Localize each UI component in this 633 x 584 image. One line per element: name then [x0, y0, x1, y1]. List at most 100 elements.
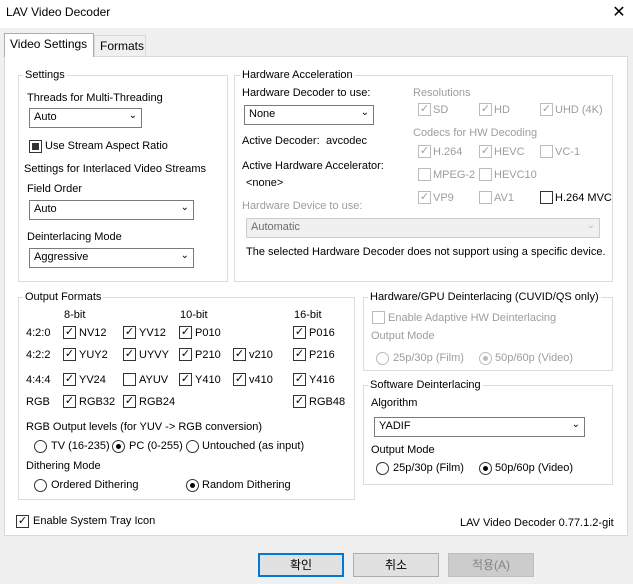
fmt-yv12-checkbox[interactable]: ✓ [123, 326, 136, 339]
codec-mpeg2-label: MPEG-2 [433, 169, 476, 181]
col-16bit: 16-bit [294, 309, 322, 321]
fmt-p016-label: P016 [309, 327, 335, 339]
stream-aspect-checkbox[interactable] [29, 140, 42, 153]
dither-random-radio[interactable] [186, 479, 199, 492]
hw-device-note: The selected Hardware Decoder does not s… [246, 246, 606, 258]
res-hd-checkbox[interactable]: ✓ [479, 103, 492, 116]
chevron-down-icon: ⌄ [586, 220, 595, 231]
hwaccel-group-title: Hardware Acceleration [240, 69, 355, 81]
field-order-label: Field Order [27, 183, 83, 195]
codec-vp9-checkbox[interactable]: ✓ [418, 191, 431, 204]
threads-select[interactable]: Auto ⌄ [29, 108, 142, 128]
sw-deint-film-label: 25p/30p (Film) [393, 462, 464, 474]
fmt-rgb32-checkbox[interactable]: ✓ [63, 395, 76, 408]
deint-mode-select[interactable]: Aggressive ⌄ [29, 248, 194, 268]
fmt-uyvy-label: UYVY [139, 349, 169, 361]
fmt-p216-label: P216 [309, 349, 335, 361]
sw-deint-title: Software Deinterlacing [368, 379, 483, 391]
threads-value: Auto [34, 111, 57, 123]
sw-deint-algorithm-select[interactable]: YADIF ⌄ [374, 417, 585, 437]
codec-av1-label: AV1 [494, 192, 514, 204]
codec-mpeg2-checkbox[interactable] [418, 168, 431, 181]
apply-button[interactable]: 적용(A) [448, 553, 534, 577]
levels-tv-radio[interactable] [34, 440, 47, 453]
close-icon[interactable]: ✕ [608, 2, 630, 24]
hw-device-select[interactable]: Automatic ⌄ [246, 218, 600, 238]
codec-h264-checkbox[interactable]: ✓ [418, 145, 431, 158]
levels-pc-radio[interactable] [112, 440, 125, 453]
hw-decoder-select[interactable]: None ⌄ [244, 105, 374, 125]
sw-deint-output-mode-label: Output Mode [371, 444, 435, 456]
codec-hevc10-checkbox[interactable] [479, 168, 492, 181]
fmt-p010-label: P010 [195, 327, 221, 339]
codec-av1-checkbox[interactable] [479, 191, 492, 204]
active-accel-label: Active Hardware Accelerator: [242, 160, 384, 172]
row-422: 4:2:2 [26, 349, 51, 361]
fmt-rgb24-checkbox[interactable]: ✓ [123, 395, 136, 408]
sw-deint-algorithm-value: YADIF [379, 420, 411, 432]
hw-device-label: Hardware Device to use: [242, 200, 363, 212]
hw-deint-video-label: 50p/60p (Video) [495, 352, 574, 364]
codec-vc1-label: VC-1 [555, 146, 581, 158]
codec-vp9-label: VP9 [433, 192, 454, 204]
codec-hevc-label: HEVC [494, 146, 525, 158]
codec-h264mvc-checkbox[interactable] [540, 191, 553, 204]
fmt-yuy2-checkbox[interactable]: ✓ [63, 348, 76, 361]
cancel-button[interactable]: 취소 [353, 553, 439, 577]
row-rgb: RGB [26, 396, 50, 408]
codec-hevc10-label: HEVC10 [494, 169, 537, 181]
hw-deint-film-label: 25p/30p (Film) [393, 352, 464, 364]
row-420: 4:2:0 [26, 327, 51, 339]
codec-vc1-checkbox[interactable] [540, 145, 553, 158]
dither-ordered-label: Ordered Dithering [51, 479, 139, 491]
system-tray-checkbox[interactable]: ✓ [16, 515, 29, 528]
fmt-ayuv-checkbox[interactable] [123, 373, 136, 386]
fmt-v410-label: v410 [249, 374, 273, 386]
fmt-yv24-checkbox[interactable]: ✓ [63, 373, 76, 386]
fmt-y410-checkbox[interactable]: ✓ [179, 373, 192, 386]
fmt-v210-label: v210 [249, 349, 273, 361]
field-order-value: Auto [34, 203, 57, 215]
fmt-p216-checkbox[interactable]: ✓ [293, 348, 306, 361]
fmt-nv12-checkbox[interactable]: ✓ [63, 326, 76, 339]
fmt-rgb48-checkbox[interactable]: ✓ [293, 395, 306, 408]
tab-video-settings[interactable]: Video Settings [4, 33, 94, 57]
levels-untouched-radio[interactable] [186, 440, 199, 453]
rgb-levels-label: RGB Output levels (for YUV -> RGB conver… [26, 421, 263, 433]
dithering-label: Dithering Mode [26, 460, 101, 472]
fmt-uyvy-checkbox[interactable]: ✓ [123, 348, 136, 361]
res-uhd-checkbox[interactable]: ✓ [540, 103, 553, 116]
hw-deint-film-radio[interactable] [376, 352, 389, 365]
resolutions-label: Resolutions [413, 87, 471, 99]
ok-button[interactable]: 확인 [258, 553, 344, 577]
tab-video-settings-label: Video Settings [10, 37, 88, 51]
codec-h264mvc-label: H.264 MVC [555, 192, 612, 204]
dither-ordered-radio[interactable] [34, 479, 47, 492]
fmt-y416-label: Y416 [309, 374, 335, 386]
stream-aspect-label: Use Stream Aspect Ratio [45, 140, 168, 152]
sw-deint-video-radio[interactable] [479, 462, 492, 475]
field-order-select[interactable]: Auto ⌄ [29, 200, 194, 220]
hw-device-value: Automatic [251, 221, 300, 233]
tab-formats-label: Formats [100, 39, 145, 53]
res-hd-label: HD [494, 104, 510, 116]
chevron-down-icon: ⌄ [571, 419, 580, 430]
res-sd-checkbox[interactable]: ✓ [418, 103, 431, 116]
codecs-label: Codecs for HW Decoding [413, 127, 538, 139]
row-444: 4:4:4 [26, 374, 51, 386]
dither-random-label: Random Dithering [202, 479, 291, 491]
hw-deint-video-radio[interactable] [479, 352, 492, 365]
hw-deint-enable-checkbox[interactable] [372, 311, 385, 324]
sw-deint-film-radio[interactable] [376, 462, 389, 475]
fmt-y416-checkbox[interactable]: ✓ [293, 373, 306, 386]
fmt-p210-label: P210 [195, 349, 221, 361]
window-title: LAV Video Decoder [6, 5, 111, 19]
codec-hevc-checkbox[interactable]: ✓ [479, 145, 492, 158]
fmt-p010-checkbox[interactable]: ✓ [179, 326, 192, 339]
fmt-p016-checkbox[interactable]: ✓ [293, 326, 306, 339]
hw-decoder-label: Hardware Decoder to use: [242, 87, 371, 99]
tab-formats[interactable]: Formats [94, 35, 146, 57]
fmt-v410-checkbox[interactable]: ✓ [233, 373, 246, 386]
fmt-p210-checkbox[interactable]: ✓ [179, 348, 192, 361]
fmt-v210-checkbox[interactable]: ✓ [233, 348, 246, 361]
